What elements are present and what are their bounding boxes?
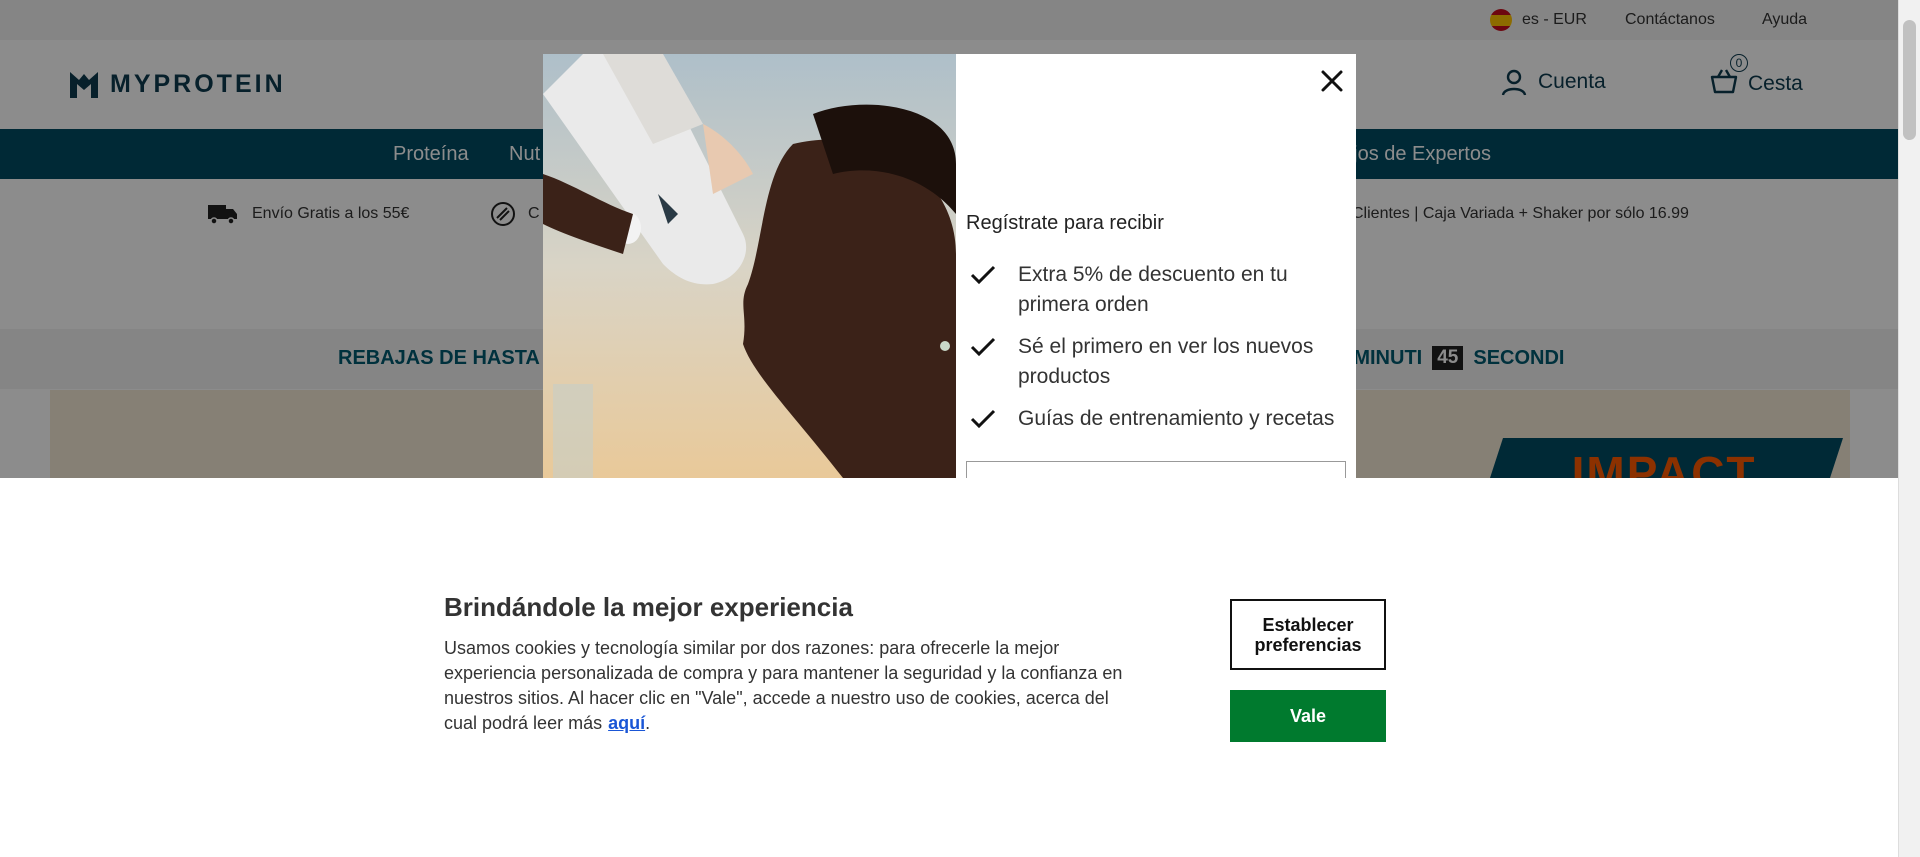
checkmark-icon [970, 337, 996, 357]
benefit-item: Sé el primero en ver los nuevos producto… [970, 332, 1338, 392]
benefit-label: Extra 5% de descuento en tu primera orde… [1018, 263, 1288, 316]
close-icon[interactable] [1317, 66, 1347, 96]
signup-modal: Regístrate para recibir Extra 5% de desc… [543, 54, 1356, 478]
scrollbar-thumb[interactable] [1903, 20, 1916, 140]
cookie-body-text: Usamos cookies y tecnología similar por … [444, 638, 1123, 733]
cookie-more-link[interactable]: aquí [608, 713, 645, 733]
benefit-item: Guías de entrenamiento y recetas [970, 404, 1338, 434]
benefit-item: Extra 5% de descuento en tu primera orde… [970, 260, 1338, 320]
woman-drinking-image [543, 54, 956, 478]
accept-cookies-button[interactable]: Vale [1230, 690, 1386, 742]
benefit-label: Guías de entrenamiento y recetas [1018, 407, 1335, 430]
checkmark-icon [970, 409, 996, 429]
checkmark-icon [970, 265, 996, 285]
benefit-label: Sé el primero en ver los nuevos producto… [1018, 335, 1314, 388]
cookie-banner: Brindándole la mejor experiencia Usamos … [0, 478, 1898, 857]
cookie-body: Usamos cookies y tecnología similar por … [444, 636, 1129, 736]
modal-photo [543, 54, 956, 478]
page-scrollbar[interactable] [1898, 0, 1920, 857]
email-input[interactable] [966, 461, 1346, 478]
cookie-title: Brindándole la mejor experiencia [444, 592, 853, 622]
set-preferences-button[interactable]: Establecer preferencias [1230, 599, 1386, 670]
cookie-body-end: . [645, 713, 651, 733]
modal-heading: Regístrate para recibir [966, 212, 1164, 234]
